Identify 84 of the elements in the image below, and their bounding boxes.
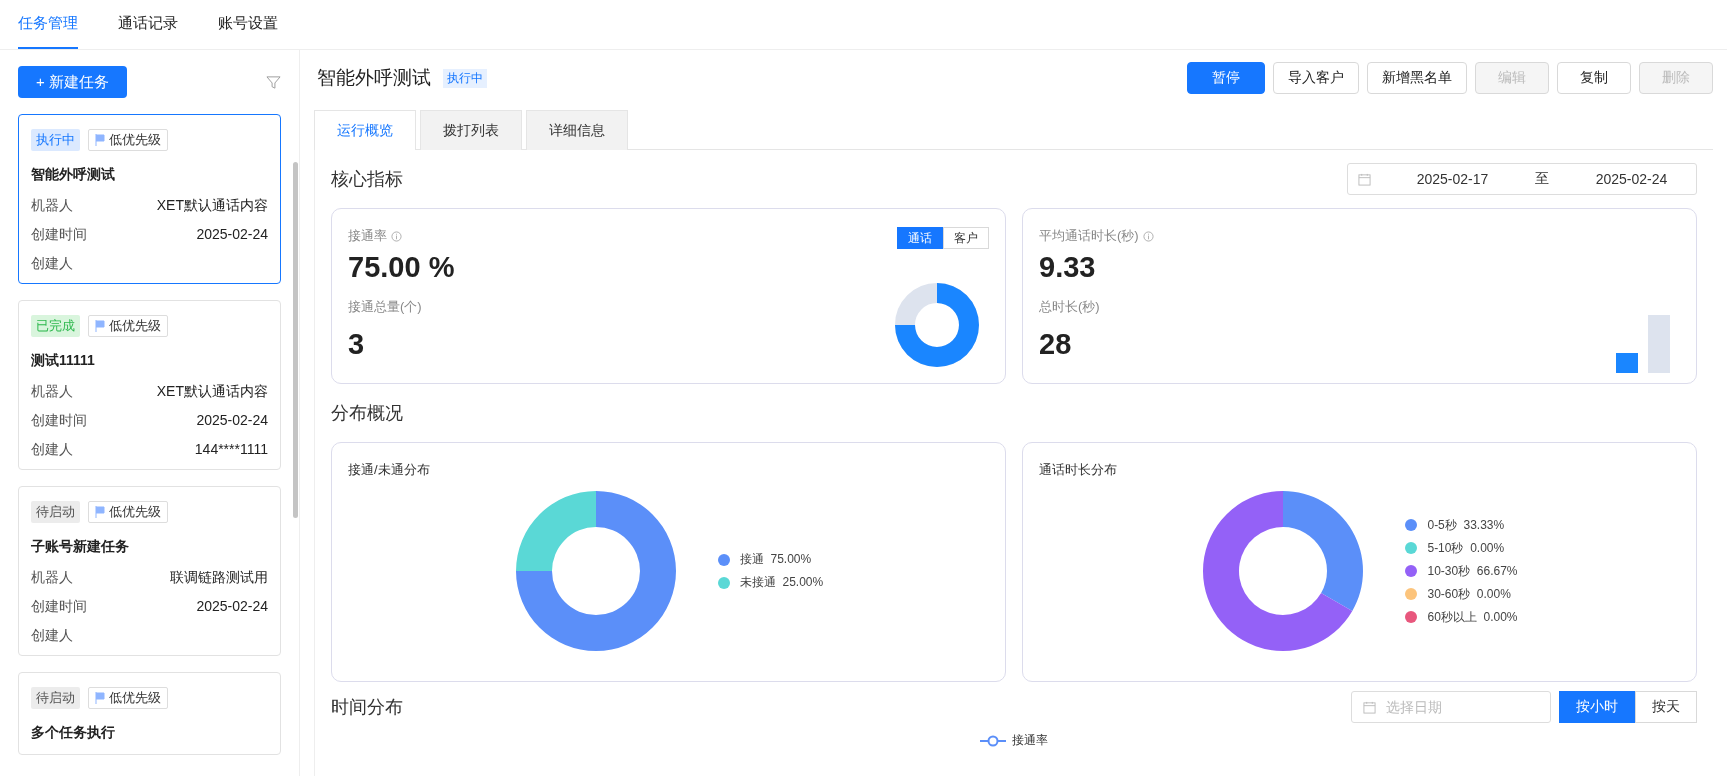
task-title: 测试11111 (31, 352, 96, 370)
toggle-option[interactable]: 按小时 (1559, 691, 1635, 723)
field-value: 联调链路测试用 (170, 569, 268, 587)
priority-label: 低优先级 (109, 689, 161, 707)
nav-tab[interactable]: 通话记录 (118, 0, 178, 49)
task-heading: 智能外呼测试 (317, 66, 431, 90)
metric-label: 总时长(秒) (1039, 298, 1101, 316)
task-card[interactable]: 已完成 低优先级 测试11111 机器人 XET默认通话内容 创建时间 2025-02-24 创建人 144****1111 (18, 300, 281, 470)
legend-label: 接通率 (1012, 732, 1048, 749)
action-button[interactable]: 复制 (1557, 62, 1631, 94)
metric-value: 9.33 (1039, 251, 1097, 284)
nav-tab[interactable]: 账号设置 (218, 0, 278, 49)
flag-icon (95, 506, 105, 518)
task-card[interactable]: 待启动 低优先级 子账号新建任务 机器人 联调链路测试用 创建时间 2025-02-24 创建人 (18, 486, 281, 656)
toggle-option[interactable]: 客户 (943, 227, 989, 249)
mini-bar-drawing (1616, 315, 1670, 373)
field-value: 2025-02-24 (196, 598, 268, 616)
legend-item: 5-10秒 0.00% (1405, 539, 1518, 557)
date-range-field[interactable]: 2025-02-17 至 2025-02-24 (1347, 163, 1697, 195)
status-tag: 已完成 (31, 315, 80, 337)
flag-icon (95, 320, 105, 332)
status-tag: 待启动 (31, 687, 80, 709)
task-title: 子账号新建任务 (31, 538, 130, 556)
field-label: 创建时间 (31, 598, 87, 616)
scrollbar[interactable] (293, 162, 298, 518)
field-value: XET默认通话内容 (156, 197, 268, 215)
status-tag: 执行中 (443, 68, 487, 88)
action-button[interactable]: 新增黑名单 (1367, 62, 1467, 94)
priority-label: 低优先级 (109, 503, 161, 521)
chart-title: 通话时长分布 (1039, 461, 1118, 479)
task-card[interactable]: 执行中 低优先级 智能外呼测试 机器人 XET默认通话内容 创建时间 2025-02-24 创建人 (18, 114, 281, 284)
tab[interactable]: 详细信息 (526, 110, 628, 150)
field-label: 创建时间 (31, 412, 87, 430)
calendar-icon (1358, 172, 1371, 186)
section-title: 时间分布 (331, 696, 403, 719)
legend-item: 30-60秒 0.00% (1405, 585, 1518, 603)
toggle-option[interactable]: 通话 (897, 227, 943, 249)
field-label: 机器人 (31, 569, 73, 587)
legend-item: 10-30秒 66.67% (1405, 562, 1518, 580)
flag-icon (95, 134, 105, 146)
action-button[interactable]: 暂停 (1187, 62, 1265, 94)
metric-value: 75.00 % (348, 251, 455, 284)
legend-item: 未接通 25.00% (717, 574, 824, 591)
field-label: 机器人 (31, 197, 73, 215)
filter-icon[interactable] (266, 74, 281, 90)
toggle-option[interactable]: 按天 (1635, 691, 1697, 723)
metric-label: 平均通话时长(秒) (1039, 227, 1139, 245)
metric-label: 接通总量(个) (348, 298, 423, 316)
field-label: 创建人 (31, 255, 73, 273)
priority-label: 低优先级 (109, 317, 161, 335)
task-title: 智能外呼测试 (31, 166, 116, 184)
field-value: 2025-02-24 (196, 226, 268, 244)
metric-value: 3 (348, 328, 366, 361)
field-value: 144****1111 (194, 441, 268, 459)
field-label: 创建人 (31, 441, 73, 459)
field-label: 机器人 (31, 383, 73, 401)
action-button[interactable]: 导入客户 (1273, 62, 1359, 94)
new-task-button[interactable]: + 新建任务 (18, 66, 127, 98)
legend-item: 60秒以上 0.00% (1405, 608, 1518, 626)
priority-label: 低优先级 (109, 131, 161, 149)
section-title: 分布概况 (331, 402, 403, 425)
metric-label: 接通率 (348, 227, 387, 245)
legend-item: 接通 75.00% (717, 551, 824, 568)
field-label: 创建时间 (31, 226, 87, 244)
tab[interactable]: 运行概览 (314, 110, 416, 150)
info-icon (1142, 230, 1154, 242)
metric-value: 28 (1039, 328, 1073, 361)
nav-tab[interactable]: 任务管理 (18, 0, 78, 49)
flag-icon (95, 692, 105, 704)
status-tag: 待启动 (31, 501, 80, 523)
info-icon (391, 230, 402, 242)
task-card[interactable]: 待启动 低优先级 多个任务执行 (18, 672, 281, 755)
date-field[interactable]: 选择日期 (1351, 691, 1551, 723)
calendar-icon (1363, 701, 1376, 714)
field-value: 2025-02-24 (196, 412, 268, 430)
chart-title: 接通/未通分布 (348, 461, 431, 479)
field-label: 创建人 (31, 627, 73, 645)
line-legend-icon (980, 734, 1006, 747)
legend-item: 0-5秒 33.33% (1405, 516, 1518, 534)
status-tag: 执行中 (31, 129, 80, 151)
task-title: 多个任务执行 (31, 724, 116, 742)
tab[interactable]: 拨打列表 (420, 110, 522, 150)
field-value: XET默认通话内容 (156, 383, 268, 401)
section-title: 核心指标 (331, 168, 403, 191)
